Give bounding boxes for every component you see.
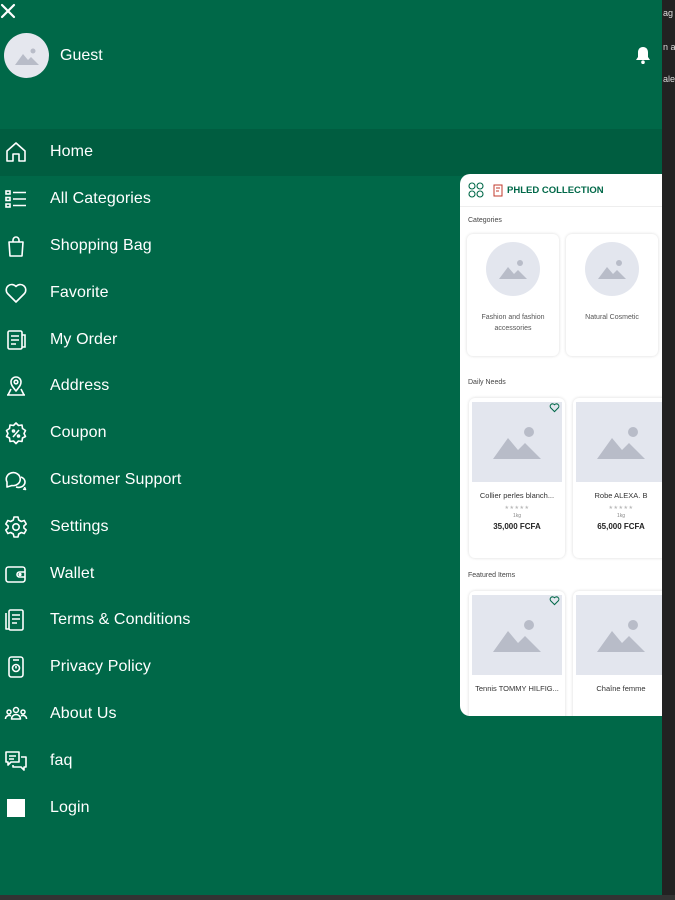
menu-item-label: Login: [50, 798, 90, 816]
grid-menu-icon[interactable]: [468, 182, 484, 198]
brand-logo-icon: [493, 184, 503, 196]
menu-item-label: My Order: [50, 330, 118, 348]
product-name: Tennis TOMMY HILFIG...: [475, 684, 559, 693]
category-label: Fashion and fashion accessories: [481, 314, 545, 332]
menu-item-label: Home: [50, 143, 94, 161]
daily-needs-row: Collier perles blanch... ★★★★★ 1kg 35,00…: [460, 386, 662, 558]
image-placeholder-icon: [597, 620, 645, 652]
product-card[interactable]: Collier perles blanch... ★★★★★ 1kg 35,00…: [469, 398, 565, 558]
product-card[interactable]: Chaîne femme: [573, 591, 662, 716]
avatar: [4, 33, 49, 78]
background-app-bottom-edge: [0, 895, 675, 900]
wallet-icon: [3, 561, 29, 587]
menu-item-label: Shopping Bag: [50, 236, 152, 254]
product-card[interactable]: Tennis TOMMY HILFIG...: [469, 591, 565, 716]
menu-item-label: Customer Support: [50, 470, 182, 488]
menu-item-label: About Us: [50, 704, 117, 722]
rating-stars: ★★★★★: [608, 505, 634, 511]
product-name: Collier perles blanch...: [479, 491, 555, 500]
image-placeholder-icon: [493, 620, 541, 652]
faq-icon: [3, 748, 29, 774]
category-label: Natural Cosmetic: [585, 314, 639, 321]
menu-item-label: Settings: [50, 517, 109, 535]
notification-button[interactable]: [634, 45, 652, 65]
menu-item-label: Address: [50, 377, 110, 395]
section-title-daily-needs: Daily Needs: [468, 379, 506, 386]
product-price: 65,000 FCFA: [597, 522, 645, 531]
app-preview-card[interactable]: PHLED COLLECTION Categories Fashion and …: [460, 174, 662, 716]
shopping-bag-icon: [3, 233, 29, 259]
section-title-categories: Categories: [468, 217, 502, 224]
image-placeholder-icon: [598, 260, 626, 279]
category-card[interactable]: Fashion and fashion accessories: [467, 234, 559, 356]
menu-item-label: Favorite: [50, 283, 109, 301]
product-price: 35,000 FCFA: [493, 522, 541, 531]
menu-item-faq[interactable]: faq: [0, 737, 662, 784]
product-unit: 1kg: [512, 513, 522, 519]
product-image: [472, 595, 562, 675]
category-image: [486, 242, 540, 296]
menu-item-label: Wallet: [50, 564, 95, 582]
user-name: Guest: [60, 46, 103, 64]
category-card[interactable]: Natural Cosmetic: [566, 234, 658, 356]
heart-icon: [3, 280, 29, 306]
location-pin-icon: [3, 373, 29, 399]
login-icon: [3, 795, 29, 821]
document-icon: [3, 607, 29, 633]
menu-item-label: All Categories: [50, 190, 152, 208]
list-icon: [3, 186, 29, 212]
home-icon: [3, 139, 29, 165]
people-icon: [3, 701, 29, 727]
gear-icon: [3, 514, 29, 540]
category-image: [585, 242, 639, 296]
favorite-icon[interactable]: [549, 402, 560, 413]
bell-icon: [636, 47, 650, 64]
section-title-featured-items: Featured Items: [468, 572, 516, 579]
menu-item-label: faq: [50, 751, 73, 769]
menu-item-home[interactable]: Home: [0, 129, 662, 176]
close-drawer-button[interactable]: [0, 3, 18, 23]
featured-items-row: Tennis TOMMY HILFIG... Chaîne femme: [460, 579, 662, 716]
close-icon: [0, 3, 16, 19]
brand-name: PHLED COLLECTION: [507, 184, 604, 196]
background-app-edge: ag n a ale: [662, 0, 675, 900]
chat-icon: [3, 467, 29, 493]
favorite-icon[interactable]: [549, 595, 560, 606]
product-image: [472, 402, 562, 482]
rating-stars: ★★★★★: [504, 505, 530, 511]
menu-item-label: Terms & Conditions: [50, 611, 191, 629]
image-placeholder-icon: [597, 427, 645, 459]
menu-item-label: Coupon: [50, 424, 107, 442]
menu-item-label: Privacy Policy: [50, 658, 151, 676]
product-name: Robe ALEXA. B: [594, 491, 648, 500]
image-placeholder-icon: [14, 48, 39, 65]
order-icon: [3, 327, 29, 353]
shield-icon: [3, 654, 29, 680]
navigation-drawer: Guest Home All Categories Shopping Bag F…: [0, 0, 662, 895]
product-name: Chaîne femme: [596, 684, 646, 693]
preview-header: PHLED COLLECTION: [460, 174, 662, 207]
product-card[interactable]: Robe ALEXA. B ★★★★★ 1kg 65,000 FCFA: [573, 398, 662, 558]
image-placeholder-icon: [493, 427, 541, 459]
image-placeholder-icon: [499, 260, 527, 279]
coupon-icon: [3, 420, 29, 446]
product-image: [576, 595, 662, 675]
product-image: [576, 402, 662, 482]
product-unit: 1kg: [616, 513, 626, 519]
menu-item-login[interactable]: Login: [0, 784, 662, 831]
categories-row: Fashion and fashion accessories Natural …: [460, 224, 662, 356]
user-profile[interactable]: Guest: [4, 33, 103, 78]
